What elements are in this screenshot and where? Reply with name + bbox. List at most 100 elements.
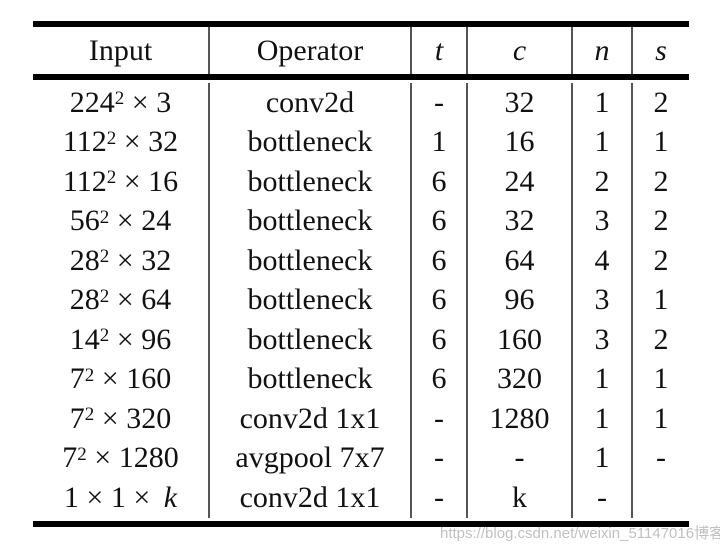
- cell-c: 320: [468, 359, 573, 399]
- input-channels: × 32: [109, 243, 172, 277]
- cell-s: -: [633, 439, 689, 479]
- cell-t-value: -: [434, 85, 444, 119]
- cell-s-value: 2: [653, 164, 669, 198]
- cell-n-value: 3: [594, 204, 610, 238]
- cell-n: 1: [573, 399, 633, 439]
- cell-t: -: [412, 478, 468, 518]
- table-row: 28 2 × 32 bottleneck 6 64 4 2: [33, 241, 689, 281]
- cell-operator: bottleneck: [210, 280, 412, 320]
- input-channels: × 160: [94, 362, 172, 396]
- cell-input: 1 × 1 × k: [33, 478, 210, 518]
- cell-c: 1280: [468, 399, 573, 439]
- table-row: 72 × 320 conv2d 1x1 - 1280 1 1: [33, 399, 689, 439]
- input-exponent: 2: [99, 325, 110, 347]
- cell-operator: bottleneck: [210, 320, 412, 360]
- cell-t: 6: [412, 241, 468, 281]
- input-base: 56: [69, 204, 100, 238]
- cell-c: 160: [468, 320, 573, 360]
- cell-t: 6: [412, 201, 468, 241]
- header-c: c: [468, 27, 573, 74]
- cell-s-value: 2: [653, 243, 669, 277]
- cell-n: 1: [573, 438, 633, 478]
- cell-n-value: 4: [594, 243, 610, 277]
- cell-n-value: 1: [594, 85, 610, 119]
- cell-t-value: 6: [431, 362, 447, 396]
- cell-input: 14 2 × 96: [33, 320, 210, 360]
- cell-c-value: 24: [504, 164, 535, 198]
- table-row: 112 2 × 32 bottleneck 1 16 1 1: [33, 122, 689, 162]
- cell-n: 4: [573, 241, 633, 281]
- header-c-label: c: [512, 33, 527, 67]
- table-row: 72 × 160 bottleneck 6 320 1 1: [33, 359, 689, 400]
- input-channels: × 32: [116, 125, 179, 159]
- cell-s: 2: [633, 83, 689, 123]
- cell-c-value: k: [512, 480, 527, 514]
- input-base: 112: [62, 164, 107, 198]
- cell-n: 3: [573, 280, 633, 320]
- cell-n-value: 2: [594, 164, 610, 198]
- input-channels: × 96: [109, 322, 172, 356]
- cell-input: 112 2 × 16: [33, 162, 210, 202]
- header-t: t: [412, 27, 468, 74]
- input-base: 28: [69, 243, 100, 277]
- input-exponent: 2: [114, 88, 125, 110]
- cell-t: -: [412, 399, 468, 439]
- cell-input: 72 × 1280: [33, 438, 210, 478]
- input-exponent: 2: [106, 167, 117, 189]
- input-base: 224: [69, 85, 115, 119]
- cell-operator-value: bottleneck: [247, 322, 373, 356]
- header-operator-label: Operator: [256, 33, 364, 67]
- cell-t-value: -: [434, 401, 444, 435]
- cell-n-value: 1: [594, 362, 610, 396]
- watermark-text: https://blog.csdn.net/weixin_51147016博客: [440, 525, 720, 542]
- cell-s: 2: [633, 320, 689, 360]
- header-t-label: t: [434, 33, 444, 67]
- cell-operator-value: bottleneck: [247, 362, 373, 396]
- cell-n-value: 1: [594, 441, 610, 475]
- cell-s: 1: [633, 399, 689, 439]
- cell-n-value: 3: [594, 322, 610, 356]
- cell-c-value: 160: [497, 322, 542, 356]
- cell-c: -: [468, 438, 573, 478]
- table-row: 224 2 × 3 conv2d -32 1 2: [33, 83, 689, 123]
- cell-n: 3: [573, 320, 633, 360]
- cell-s: 1: [633, 281, 689, 321]
- cell-c: 96: [468, 280, 573, 320]
- cell-n: 1: [573, 359, 633, 399]
- cell-c-value: 1280: [489, 401, 550, 435]
- cell-t: 1: [412, 122, 468, 162]
- input-base: 7: [69, 362, 85, 396]
- table-row: 28 2 × 64 bottleneck 6 96 3 1: [33, 280, 689, 321]
- cell-operator-value: bottleneck: [247, 283, 373, 317]
- cell-operator: bottleneck: [210, 162, 412, 202]
- cell-s-value: 2: [653, 322, 669, 356]
- header-n-label: n: [594, 33, 610, 67]
- input-exponent: 2: [84, 364, 95, 386]
- input-channels: × 1280: [86, 441, 179, 475]
- input-exponent: 2: [99, 206, 110, 228]
- cell-t: 6: [412, 162, 468, 202]
- cell-operator: bottleneck: [210, 201, 412, 241]
- header-s-label: s: [655, 33, 667, 67]
- table-row: 112 2 × 16 bottleneck 6 24 2 2: [33, 162, 689, 202]
- cell-t: -: [412, 83, 468, 123]
- cell-operator: conv2d 1x1: [210, 399, 412, 439]
- cell-operator-value: avgpool 7x7: [235, 441, 385, 475]
- cell-input: 28 2 × 64: [33, 280, 210, 320]
- cell-input: 224 2 × 3: [33, 83, 210, 123]
- cell-operator: bottleneck: [210, 122, 412, 162]
- cell-t: 6: [412, 359, 468, 399]
- cell-c: 32: [468, 83, 573, 123]
- input-exponent: 2: [99, 246, 110, 268]
- cell-c-value: -: [514, 441, 525, 475]
- cell-s: 1: [633, 360, 689, 400]
- header-operator: Operator: [210, 27, 412, 74]
- cell-operator-value: bottleneck: [247, 243, 373, 277]
- cell-operator: bottleneck: [210, 241, 412, 281]
- cell-c: 64: [468, 241, 573, 281]
- cell-operator: conv2d 1x1: [210, 478, 412, 518]
- input-base: 1 × 1 ×: [63, 480, 158, 514]
- cell-c-value: 32: [504, 85, 535, 119]
- cell-t: 6: [412, 280, 468, 320]
- table-row: 14 2 × 96 bottleneck 6 160 3 2: [33, 320, 689, 360]
